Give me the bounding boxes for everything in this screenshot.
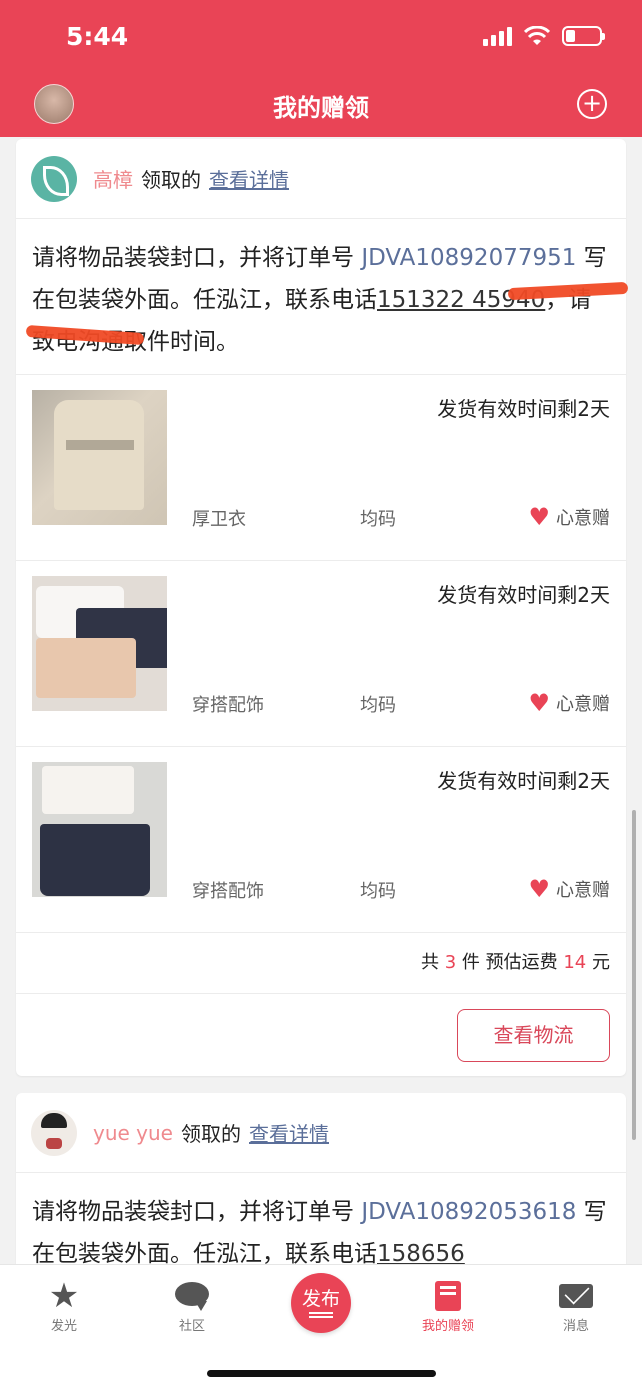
app-header: 5:44 我的赠领 + (0, 0, 642, 137)
instruction-prefix: 请将物品装袋封口，并将订单号 (32, 245, 362, 271)
claim-card: 高樟 领取的 查看详情 请将物品装袋封口，并将订单号 JDVA108920779… (16, 139, 629, 1076)
instruction-prefix: 请将物品装袋封口，并将订单号 (32, 1199, 362, 1225)
item-photo[interactable] (32, 576, 167, 711)
scrollbar[interactable] (632, 810, 636, 1140)
order-number: JDVA10892053618 (361, 1199, 577, 1225)
gift-mode: ♥ 心意赠 (528, 876, 610, 902)
gift-mode-label: 心意赠 (556, 508, 610, 529)
claims-list[interactable]: 高樟 领取的 查看详情 请将物品装袋封口，并将订单号 JDVA108920779… (0, 137, 642, 1264)
list-item[interactable]: 发货有效时间剩2天 穿搭配饰 均码 ♥ 心意赠 (16, 747, 626, 933)
tab-label: 社区 (178, 1319, 205, 1334)
phone-link[interactable]: 158656 (377, 1241, 465, 1264)
claim-card-header: 高樟 领取的 查看详情 (16, 139, 626, 219)
tab-messages[interactable]: 消息 (521, 1265, 631, 1334)
wifi-icon (524, 26, 550, 45)
tab-label: 发光 (50, 1319, 77, 1334)
item-photo[interactable] (32, 762, 167, 897)
tab-my-claims[interactable]: 我的赠领 (393, 1265, 503, 1334)
heart-icon: ♥ (528, 875, 550, 903)
summary-suffix: 元 (586, 952, 610, 973)
shipping-timer: 发货有效时间剩2天 (437, 769, 610, 793)
order-number: JDVA10892077951 (361, 245, 577, 271)
claim-label: 领取的 (181, 1122, 241, 1146)
order-summary: 共 3 件 预估运费 14 元 (16, 933, 626, 994)
gift-mode: ♥ 心意赠 (528, 504, 610, 530)
status-icons (483, 26, 605, 46)
pickup-instruction: 请将物品装袋封口，并将订单号 JDVA10892053618 写在包装袋外面。任… (16, 1173, 626, 1264)
publish-button[interactable]: 发布 (291, 1273, 351, 1333)
page-title: 我的赠领 (273, 94, 369, 122)
item-size: 均码 (360, 881, 396, 902)
item-photo[interactable] (32, 390, 167, 525)
tab-label: 消息 (562, 1319, 589, 1334)
chat-bubble-icon (175, 1279, 209, 1313)
shipping-fee: 14 (563, 952, 587, 973)
tab-community[interactable]: 社区 (137, 1265, 247, 1334)
item-category: 穿搭配饰 (192, 881, 264, 902)
view-details-link[interactable]: 查看详情 (249, 1118, 329, 1147)
claimer-name[interactable]: 高樟 (93, 164, 133, 193)
claimer-avatar[interactable] (31, 1109, 77, 1156)
mail-icon (559, 1279, 593, 1313)
card-actions: 查看物流 (16, 994, 626, 1076)
heart-icon: ♥ (528, 503, 550, 531)
battery-icon (562, 26, 605, 46)
list-item[interactable]: 发货有效时间剩2天 穿搭配饰 均码 ♥ 心意赠 (16, 561, 626, 747)
gift-mode: ♥ 心意赠 (528, 690, 610, 716)
tab-glow[interactable]: ★ 发光 (9, 1265, 119, 1334)
view-details-link[interactable]: 查看详情 (209, 164, 289, 193)
tab-label: 我的赠领 (421, 1319, 474, 1334)
view-logistics-button[interactable]: 查看物流 (457, 1009, 610, 1062)
claimer-name[interactable]: yue yue (93, 1121, 173, 1145)
item-count: 3 (444, 952, 457, 973)
gift-book-icon (431, 1279, 465, 1313)
item-size: 均码 (360, 509, 396, 530)
item-size: 均码 (360, 695, 396, 716)
claim-card: yue yue 领取的 查看详情 请将物品装袋封口，并将订单号 JDVA1089… (16, 1093, 626, 1264)
item-category: 穿搭配饰 (192, 695, 264, 716)
signal-icon (483, 26, 512, 46)
pickup-instruction: 请将物品装袋封口，并将订单号 JDVA10892077951 写在包装袋外面。任… (16, 219, 629, 375)
claim-card-header: yue yue 领取的 查看详情 (16, 1093, 626, 1173)
star-icon: ★ (48, 1276, 80, 1316)
gift-mode-label: 心意赠 (556, 694, 610, 715)
heart-icon: ♥ (528, 689, 550, 717)
plus-circle-icon[interactable]: + (577, 89, 607, 119)
status-time: 5:44 (66, 22, 129, 51)
shipping-timer: 发货有效时间剩2天 (437, 397, 610, 421)
summary-middle: 件 预估运费 (456, 952, 564, 973)
claimer-avatar[interactable] (31, 155, 77, 202)
gift-mode-label: 心意赠 (556, 880, 610, 901)
list-item[interactable]: 发货有效时间剩2天 厚卫衣 均码 ♥ 心意赠 (16, 375, 626, 561)
summary-prefix: 共 (421, 952, 445, 973)
claim-label: 领取的 (141, 168, 201, 192)
home-indicator (207, 1370, 436, 1377)
shipping-timer: 发货有效时间剩2天 (437, 583, 610, 607)
item-category: 厚卫衣 (192, 509, 246, 530)
